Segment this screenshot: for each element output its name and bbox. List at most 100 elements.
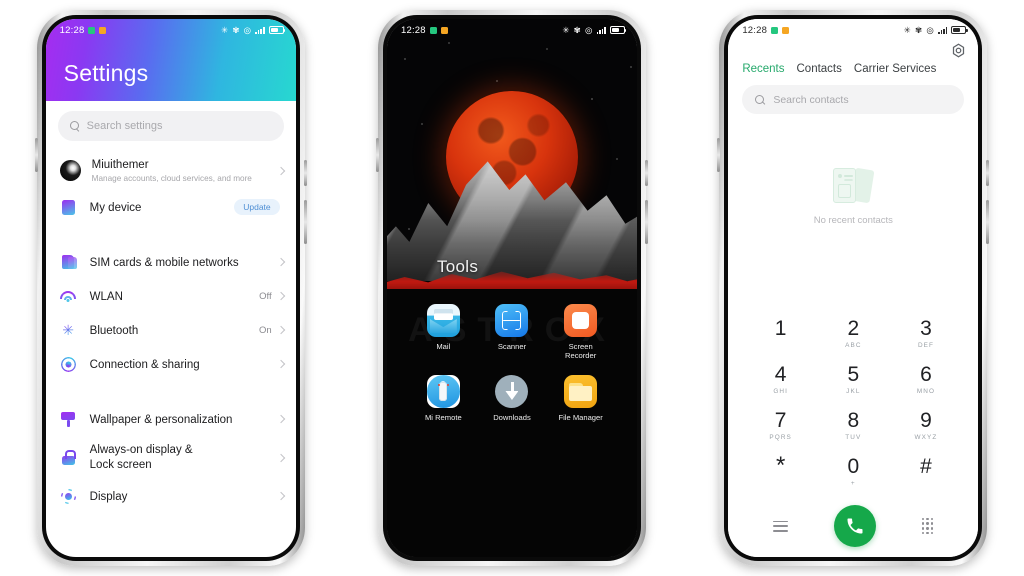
account-name: Miuithemer xyxy=(91,159,149,171)
signal-icon xyxy=(596,26,606,34)
divider xyxy=(46,228,296,241)
app-label: Downloads xyxy=(493,412,531,422)
sidebar-item-account[interactable]: Miuithemer Manage accounts, cloud servic… xyxy=(46,151,296,190)
sidebar-item-bluetooth[interactable]: ✳ Bluetooth On xyxy=(46,313,296,347)
dial-key-4[interactable]: 4 GHI xyxy=(744,357,817,403)
status-bar-right: ✳ ✾ ◎ xyxy=(904,24,968,35)
call-button[interactable] xyxy=(833,505,876,547)
sidebar-item-display[interactable]: Display xyxy=(46,479,296,513)
brightness-icon xyxy=(60,488,77,505)
do-not-disturb-icon: ✾ xyxy=(914,24,923,35)
app-grid: Mail Scanner Screen Recorder Mi Remote D… xyxy=(387,304,637,422)
power-button[interactable] xyxy=(303,160,307,186)
dial-key-8[interactable]: 8 TUV xyxy=(817,403,890,449)
tab-recents[interactable]: Recents xyxy=(742,63,784,75)
dial-key-number: 2 xyxy=(847,317,860,340)
downloads-icon xyxy=(495,374,529,408)
volume-button[interactable] xyxy=(34,138,38,172)
dial-key-5[interactable]: 5 JKL xyxy=(817,357,890,403)
dial-key-7[interactable]: 7 PQRS xyxy=(744,403,817,449)
sidebar-item-wallpaper[interactable]: Wallpaper & personalization xyxy=(46,402,296,436)
chevron-right-icon xyxy=(276,453,285,462)
sidebar-item-sim-cards[interactable]: SIM cards & mobile networks xyxy=(46,245,296,279)
dial-key-number: * xyxy=(775,452,786,480)
volume-button[interactable] xyxy=(717,138,721,172)
status-bar: 12:28 ✳ ✾ ◎ xyxy=(46,19,296,41)
dialpad-toggle-icon[interactable] xyxy=(921,517,934,535)
app-file-manager[interactable]: File Manager xyxy=(546,374,615,422)
dialer-header: Recents Contacts Carrier Services Search… xyxy=(728,41,978,114)
dial-key-3[interactable]: 3 DEF xyxy=(890,311,963,357)
wallpaper-texts: Wallpaper & personalization xyxy=(90,410,278,428)
app-label: Screen Recorder xyxy=(565,342,597,361)
app-mail[interactable]: Mail xyxy=(409,304,478,361)
dial-key-number: # xyxy=(920,455,932,478)
search-settings-input[interactable]: Search settings xyxy=(57,111,284,141)
display-texts: Display xyxy=(90,487,278,505)
app-label: Mail xyxy=(436,342,451,351)
sidebar-item-connection-sharing[interactable]: Connection & sharing xyxy=(46,347,296,381)
volume-rocker[interactable] xyxy=(986,200,990,244)
settings-group-display: Wallpaper & personalization Always-on di… xyxy=(46,398,296,517)
sim-card-icon xyxy=(60,254,78,271)
sidebar-item-label: Display xyxy=(89,491,128,504)
notification-icon-1 xyxy=(771,26,779,34)
sidebar-item-always-on-display[interactable]: Always-on display & Lock screen xyxy=(46,436,296,479)
file-manager-icon xyxy=(564,374,598,408)
status-time: 12:28 xyxy=(742,24,768,36)
dialpad-row: 7 PQRS 8 TUV 9 WXYZ xyxy=(744,403,962,449)
app-scanner[interactable]: Scanner xyxy=(478,304,547,361)
dial-key-star[interactable]: * xyxy=(744,449,817,495)
dial-key-6[interactable]: 6 MNO xyxy=(890,357,963,403)
volume-rocker[interactable] xyxy=(303,200,307,244)
sidebar-item-my-device[interactable]: My device Update xyxy=(46,190,296,224)
dial-key-0[interactable]: 0 + xyxy=(817,449,890,495)
settings-group-account: Miuithemer Manage accounts, cloud servic… xyxy=(46,147,296,228)
aod-texts: Always-on display & Lock screen xyxy=(90,443,278,472)
search-contacts-input[interactable]: Search contacts xyxy=(742,85,965,114)
chevron-right-icon xyxy=(276,326,285,335)
search-placeholder: Search settings xyxy=(86,120,163,132)
bluetooth-icon: ✳ xyxy=(62,322,75,339)
dial-key-letters: TUV xyxy=(845,434,862,441)
signal-icon xyxy=(937,26,948,34)
dial-key-2[interactable]: 2 ABC xyxy=(817,311,890,357)
dial-key-number: 1 xyxy=(774,317,787,340)
dialpad-row: 4 GHI 5 JKL 6 MNO xyxy=(744,357,962,403)
account-subtitle: Manage accounts, cloud services, and mor… xyxy=(91,174,252,184)
chevron-right-icon xyxy=(276,360,285,369)
sidebar-item-wlan[interactable]: WLAN Off xyxy=(46,279,296,313)
signal-icon xyxy=(255,26,265,34)
sidebar-item-label: SIM cards & mobile networks xyxy=(89,257,239,270)
dial-key-letters: DEF xyxy=(917,342,935,349)
dialpad-row: 1 2 ABC 3 DEF xyxy=(744,311,962,357)
app-downloads[interactable]: Downloads xyxy=(478,374,547,422)
tab-contacts[interactable]: Contacts xyxy=(797,63,842,75)
do-not-disturb-icon: ✾ xyxy=(573,24,581,35)
dial-key-1[interactable]: 1 xyxy=(744,311,817,357)
gear-icon[interactable] xyxy=(951,43,966,58)
empty-state: No recent contacts xyxy=(728,114,978,307)
volume-rocker[interactable] xyxy=(644,200,648,244)
dial-key-letters: WXYZ xyxy=(914,434,938,441)
dial-key-hash[interactable]: # xyxy=(890,449,963,495)
app-label: Mi Remote xyxy=(424,412,462,422)
app-screen-recorder[interactable]: Screen Recorder xyxy=(546,304,615,361)
do-not-disturb-icon: ✾ xyxy=(232,24,240,35)
dial-key-letters: JKL xyxy=(846,388,861,395)
app-mi-remote[interactable]: Mi Remote xyxy=(409,374,478,422)
dial-key-letters: MNO xyxy=(916,388,936,395)
volume-button[interactable] xyxy=(375,138,379,172)
status-badge[interactable]: Update xyxy=(234,199,280,216)
sidebar-item-label: Wallpaper & personalization xyxy=(89,414,233,427)
page-title: Settings xyxy=(63,60,149,86)
dial-key-number: 9 xyxy=(920,409,932,432)
tab-carrier-services[interactable]: Carrier Services xyxy=(854,63,936,75)
power-button[interactable] xyxy=(644,160,648,186)
connection-sharing-icon xyxy=(60,356,77,373)
phone-bezel: 12:28 ✳ ✾ ◎ Recents Contacts Carrier Ser… xyxy=(724,15,983,561)
power-button[interactable] xyxy=(986,160,990,186)
menu-icon[interactable] xyxy=(773,520,789,532)
mi-remote-icon xyxy=(426,374,460,408)
dial-key-9[interactable]: 9 WXYZ xyxy=(890,403,963,449)
